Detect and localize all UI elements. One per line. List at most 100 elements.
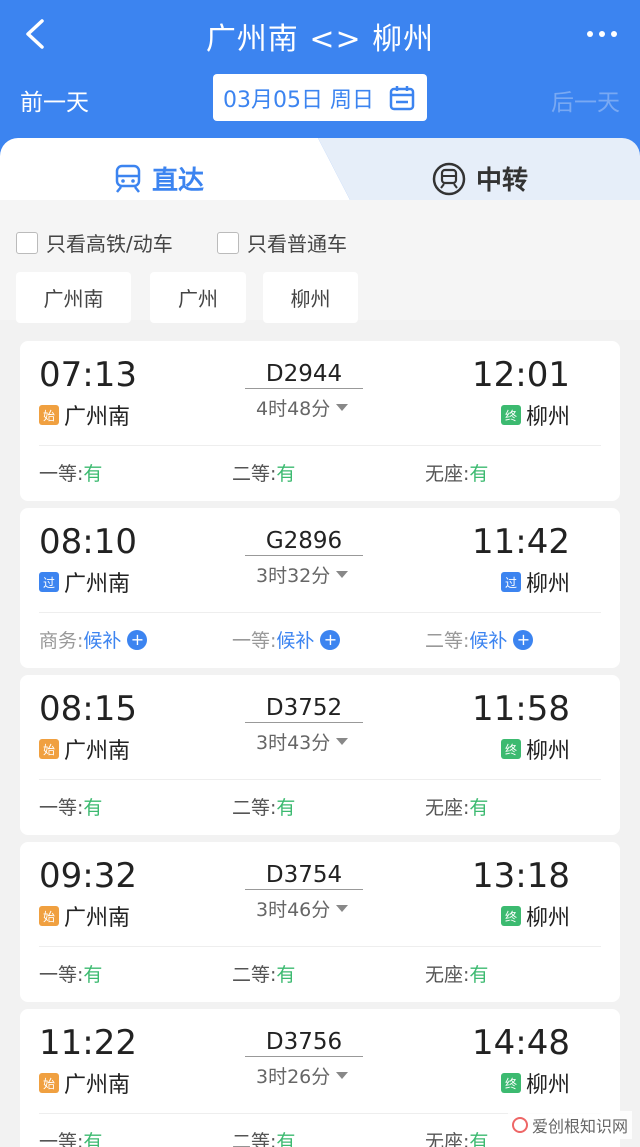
station-type-badge: 终: [500, 1073, 521, 1093]
prev-day-button[interactable]: 前一天: [20, 83, 89, 117]
chevron-down-icon: [336, 1072, 349, 1079]
tab-transfer-label: 中转: [476, 166, 529, 196]
top-bar: 广州南 <> 柳州 前一天 03月05日 周日 后一天 直达 中转: [0, 0, 640, 200]
seat-status: 有: [83, 797, 103, 819]
seat-availability: 无座: 有: [425, 960, 488, 987]
seat-availability: 一等: 有: [39, 459, 102, 486]
seat-status: 有: [469, 964, 489, 986]
date-label: 03月05日 周日: [223, 87, 374, 113]
duration[interactable]: 4时48分: [256, 394, 349, 421]
add-waitlist-icon[interactable]: +: [320, 629, 341, 650]
station-chip[interactable]: 柳州: [263, 272, 358, 323]
arrival-station-name: 柳州: [525, 1073, 570, 1098]
results-area: 只看高铁/动车 只看普通车 广州南 广州 柳州 07:13 D2944 4时48分 1…: [0, 200, 640, 1147]
duration[interactable]: 3时32分: [256, 561, 349, 588]
duration[interactable]: 3时46分: [256, 895, 349, 922]
train-icon: [115, 164, 141, 193]
seat-status: 有: [83, 1131, 103, 1147]
checkbox-icon[interactable]: [217, 231, 239, 254]
departure-station: 始广州南: [39, 900, 130, 932]
arrival-station-name: 柳州: [525, 739, 570, 764]
duration-text: 3时46分: [256, 899, 331, 921]
tab-direct-label: 直达: [152, 166, 205, 196]
add-waitlist-icon[interactable]: +: [127, 629, 148, 650]
watermark: 爱创根知识网: [507, 1111, 632, 1139]
seat-availability: 二等: 有: [232, 793, 295, 820]
seat-status: 有: [469, 797, 489, 819]
train-card[interactable]: 07:13 D2944 4时48分 12:01 始广州南终柳州 一等: 有二等: 有无座: 有: [20, 341, 620, 501]
duration[interactable]: 3时26分: [256, 1062, 349, 1089]
date-picker[interactable]: 03月05日 周日: [213, 74, 427, 121]
train-number: D3752: [265, 695, 343, 721]
seat-class: 二等:: [232, 1131, 277, 1147]
duration-text: 3时26分: [256, 1066, 331, 1088]
departure-time: 07:13: [39, 355, 137, 395]
tab-bar: 直达 中转: [0, 138, 640, 200]
seat-availability[interactable]: 一等: 候补 +: [232, 626, 341, 653]
next-day-button[interactable]: 后一天: [551, 83, 620, 117]
train-number: D3756: [265, 1029, 343, 1055]
station-chip[interactable]: 广州: [150, 272, 246, 323]
seat-class: 二等:: [232, 463, 277, 485]
departure-station: 始广州南: [39, 1067, 130, 1099]
duration[interactable]: 3时43分: [256, 728, 349, 755]
seat-status: 有: [469, 463, 489, 485]
departure-station-name: 广州南: [64, 1073, 131, 1098]
arrival-station: 过柳州: [500, 566, 570, 598]
departure-station: 始广州南: [39, 733, 130, 765]
arrival-station: 终柳州: [500, 733, 570, 765]
train-card[interactable]: 08:15 D3752 3时43分 11:58 始广州南终柳州 一等: 有二等: 有无座: 有: [20, 675, 620, 835]
seat-availability[interactable]: 商务: 候补 +: [39, 626, 148, 653]
duration-text: 3时43分: [256, 732, 331, 754]
seat-availability: 无座: 有: [425, 459, 488, 486]
train-number-divider: [245, 1056, 363, 1057]
arrival-station: 终柳州: [500, 900, 570, 932]
train-number-divider: [245, 388, 363, 389]
train-card[interactable]: 08:10 G2896 3时32分 11:42 过广州南过柳州 商务: 候补 + 一等: 候补 + 二…: [20, 508, 620, 668]
chevron-down-icon: [336, 738, 349, 745]
card-divider: [39, 612, 601, 613]
seat-availability[interactable]: 二等: 候补 +: [425, 626, 534, 653]
add-waitlist-icon[interactable]: +: [513, 629, 534, 650]
seat-status: 候补: [83, 630, 122, 652]
filter-high-speed[interactable]: 只看高铁/动车: [16, 228, 173, 257]
seat-status: 候补: [276, 630, 315, 652]
tab-transfer[interactable]: 中转: [432, 160, 528, 197]
arrival-station-name: 柳州: [525, 405, 570, 430]
seat-availability: 二等: 有: [232, 459, 295, 486]
departure-time: 11:22: [39, 1023, 137, 1063]
departure-time: 09:32: [39, 856, 137, 896]
route-title: 广州南 <> 柳州: [205, 22, 435, 57]
checkbox-icon[interactable]: [16, 231, 38, 254]
tab-direct[interactable]: 直达: [114, 160, 204, 197]
station-type-badge: 终: [500, 739, 521, 759]
arrival-time: 14:48: [472, 1023, 570, 1063]
calendar-icon: [389, 85, 415, 110]
more-icon[interactable]: [584, 22, 620, 46]
arrival-station-name: 柳州: [525, 906, 570, 931]
train-card[interactable]: 09:32 D3754 3时46分 13:18 始广州南终柳州 一等: 有二等: 有无座: 有: [20, 842, 620, 1002]
seat-status: 候补: [469, 630, 508, 652]
card-divider: [39, 946, 601, 947]
watermark-logo-icon: [511, 1117, 528, 1133]
train-number: D3754: [265, 862, 343, 888]
departure-station: 始广州南: [39, 399, 130, 431]
seat-status: 有: [83, 463, 103, 485]
arrival-time: 11:42: [472, 522, 570, 562]
duration-text: 4时48分: [256, 398, 331, 420]
seat-class: 商务:: [39, 630, 84, 652]
seat-availability: 无座: 有: [425, 793, 488, 820]
seat-availability: 一等: 有: [39, 1127, 102, 1147]
departure-station-name: 广州南: [64, 739, 131, 764]
arrival-time: 13:18: [472, 856, 570, 896]
transfer-train-icon: [432, 162, 466, 195]
filter-high-speed-label: 只看高铁/动车: [46, 232, 173, 256]
seat-status: 有: [83, 964, 103, 986]
card-divider: [39, 445, 601, 446]
station-type-badge: 过: [39, 572, 59, 592]
station-chip[interactable]: 广州南: [16, 272, 131, 323]
departure-time: 08:10: [39, 522, 137, 562]
filter-normal[interactable]: 只看普通车: [217, 228, 347, 257]
seat-availability: 一等: 有: [39, 793, 102, 820]
card-divider: [39, 779, 601, 780]
